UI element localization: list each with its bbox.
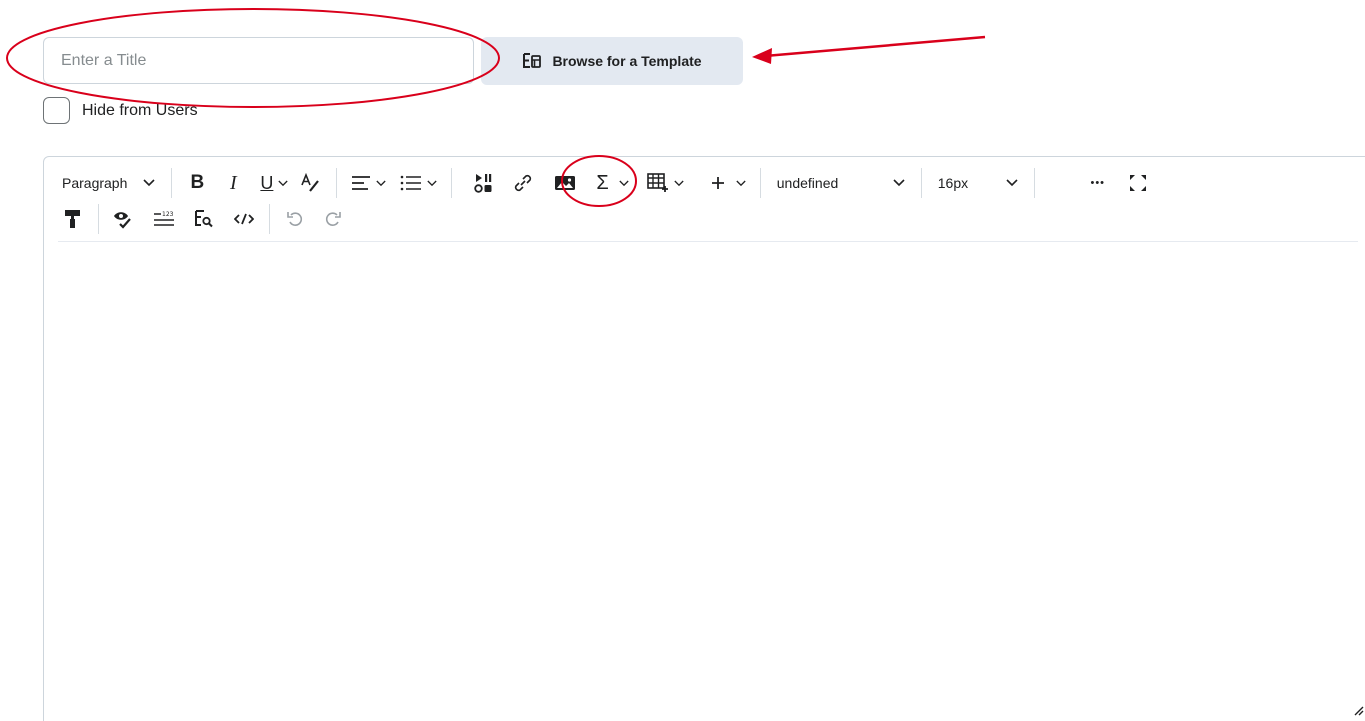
hide-from-users-label: Hide from Users (82, 101, 198, 119)
accessibility-checker-icon (113, 209, 135, 229)
font-size-label: 16px (937, 175, 969, 191)
bold-icon: B (190, 172, 205, 193)
undo-icon (286, 210, 304, 228)
text-color-button[interactable] (296, 167, 326, 199)
template-icon (522, 52, 542, 70)
toolbar-separator (269, 204, 270, 234)
paragraph-format-dropdown[interactable]: Paragraph (58, 167, 161, 199)
source-code-icon (234, 212, 254, 226)
chevron-down-icon (278, 180, 289, 187)
bold-button[interactable]: B (182, 167, 212, 199)
source-code-button[interactable] (229, 203, 259, 235)
undo-button[interactable] (280, 203, 310, 235)
text-color-icon (300, 173, 322, 193)
word-count-icon: 123 (153, 210, 175, 228)
chevron-down-icon (619, 180, 629, 187)
editor-toolbar-row-1: Paragraph B I U Σ undefined 16px ••• (58, 165, 1153, 201)
align-left-icon (351, 175, 371, 191)
chevron-down-icon (143, 179, 155, 187)
list-button[interactable] (396, 167, 441, 199)
more-icon: ••• (1090, 177, 1106, 189)
chevron-down-icon (674, 180, 684, 187)
paragraph-label: Paragraph (62, 175, 128, 191)
svg-text:123: 123 (162, 211, 174, 218)
toolbar-separator (336, 168, 338, 198)
italic-icon: I (230, 171, 237, 194)
word-count-button[interactable]: 123 (149, 203, 179, 235)
page: Browse for a Template Hide from Users Pa… (0, 0, 1365, 721)
underline-icon: U (260, 172, 274, 193)
equation-button[interactable]: Σ (592, 167, 632, 199)
media-icon (472, 172, 494, 194)
title-input[interactable] (43, 37, 474, 84)
toolbar-separator (451, 168, 453, 198)
toolbar-separator (759, 168, 761, 198)
chevron-down-icon (1006, 179, 1018, 187)
plus-icon (710, 175, 726, 191)
fullscreen-button[interactable] (1123, 167, 1153, 199)
browse-template-button[interactable]: Browse for a Template (481, 37, 743, 85)
font-family-label: undefined (776, 175, 839, 191)
preview-icon (194, 209, 214, 229)
insert-link-button[interactable] (508, 167, 538, 199)
editor-content-area[interactable] (58, 247, 1365, 695)
insert-table-button[interactable] (643, 167, 688, 199)
equation-icon: Σ (596, 171, 609, 194)
editor-toolbar-row-2: 123 (58, 201, 348, 237)
link-icon (512, 172, 534, 194)
font-size-dropdown[interactable]: 16px (932, 167, 1024, 199)
html-editor[interactable]: Paragraph B I U Σ undefined 16px ••• 123 (43, 156, 1365, 721)
redo-button[interactable] (318, 203, 348, 235)
toolbar-separator (920, 168, 922, 198)
hide-from-users-checkbox[interactable] (43, 97, 70, 124)
align-button[interactable] (347, 167, 390, 199)
list-icon (400, 175, 422, 191)
table-icon (646, 173, 669, 193)
browse-template-label: Browse for a Template (552, 53, 702, 69)
toolbar-separator (171, 168, 173, 198)
italic-button[interactable]: I (218, 167, 248, 199)
preview-button[interactable] (189, 203, 219, 235)
annotation-arrow-head (752, 48, 772, 64)
format-painter-button[interactable] (58, 203, 88, 235)
chevron-down-icon (736, 180, 746, 187)
insert-media-button[interactable] (468, 167, 498, 199)
underline-button[interactable]: U (256, 167, 292, 199)
resize-handle-icon[interactable] (1352, 703, 1364, 721)
insert-stuff-button[interactable] (706, 167, 750, 199)
toolbar-separator (98, 204, 99, 234)
chevron-down-icon (427, 180, 438, 187)
fullscreen-icon (1128, 173, 1148, 193)
accessibility-checker-button[interactable] (109, 203, 139, 235)
annotation-arrow-line (764, 35, 986, 58)
more-actions-button[interactable]: ••• (1083, 167, 1113, 199)
font-family-dropdown[interactable]: undefined (771, 167, 911, 199)
insert-image-button[interactable] (550, 167, 580, 199)
chevron-down-icon (893, 179, 905, 187)
toolbar-separator (1033, 168, 1035, 198)
toolbar-divider (58, 241, 1358, 242)
hide-from-users-row: Hide from Users (43, 97, 198, 124)
format-painter-icon (64, 209, 82, 229)
image-icon (554, 174, 576, 192)
chevron-down-icon (376, 180, 387, 187)
redo-icon (324, 210, 342, 228)
